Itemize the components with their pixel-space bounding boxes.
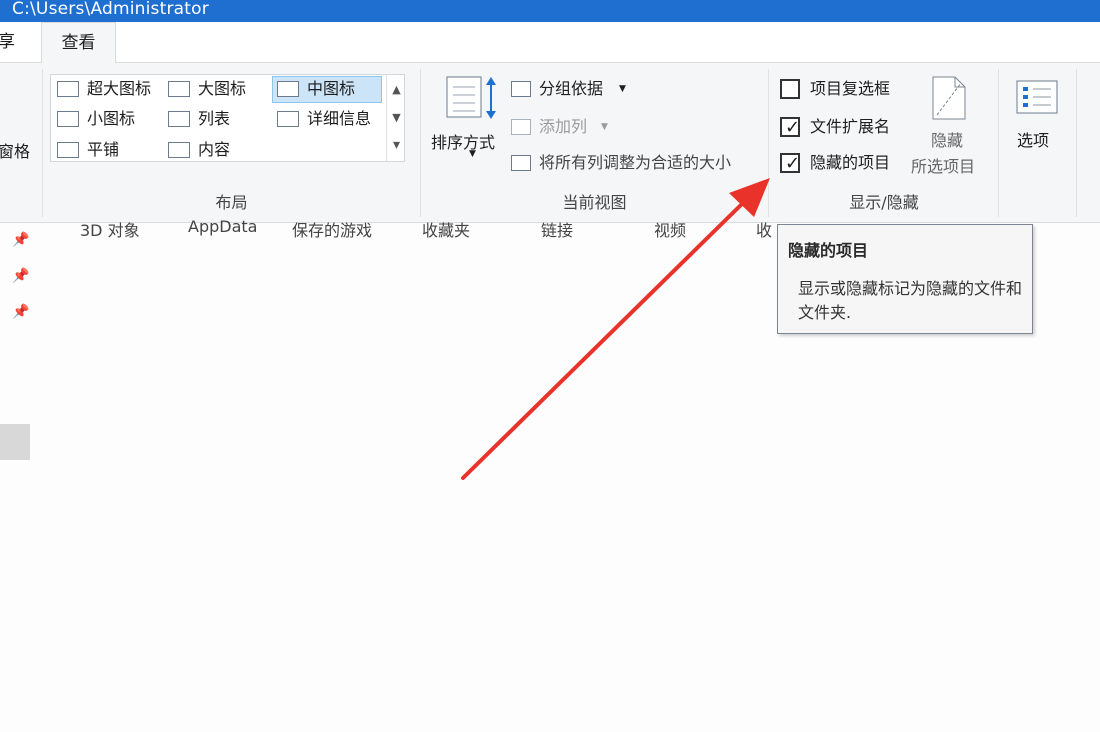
sort-by-icon xyxy=(446,76,496,119)
window-title: C:\Users\Administrator xyxy=(12,0,209,19)
hide-selected-label-line2: 所选项目 xyxy=(911,157,976,176)
ribbon-tab-bar: 享 查看 xyxy=(0,22,1100,64)
file-item[interactable]: 视频 xyxy=(654,217,686,241)
navigation-pane-button[interactable]: 窗格 xyxy=(0,139,30,165)
file-item[interactable]: AppData xyxy=(188,217,257,236)
hide-selected-label-line1: 隐藏 xyxy=(931,131,964,150)
layout-group: 超大图标 大图标 中图标 小图标 列表 详细信息 平铺 内容 ▲ ▼ ▾ 布局 xyxy=(43,63,420,221)
checkmark-icon: ✓ xyxy=(785,117,801,138)
file-item[interactable]: 3D 对象 xyxy=(80,217,140,241)
layout-item-label: 小图标 xyxy=(87,109,136,128)
group-divider xyxy=(1076,69,1077,217)
options-icon xyxy=(1016,80,1058,114)
panes-group: 窗格 xyxy=(0,63,42,221)
small-icons-icon xyxy=(57,111,79,127)
gallery-scrollbar[interactable]: ▲ ▼ ▾ xyxy=(386,75,406,161)
pin-icon: 📌 xyxy=(12,232,30,248)
size-columns-label: 将所有列调整为合适的大小 xyxy=(539,153,732,172)
group-label: 布局 xyxy=(215,193,248,212)
group-label: 当前视图 xyxy=(562,193,627,212)
add-column-label: 添加列 xyxy=(539,117,588,136)
layout-item-label: 列表 xyxy=(198,109,231,128)
details-icon xyxy=(277,111,299,127)
hidden-items-checkbox[interactable]: ✓ xyxy=(780,153,800,174)
nav-selection-block[interactable] xyxy=(0,424,30,460)
checkmark-icon: ✓ xyxy=(785,153,801,174)
layout-item-label: 内容 xyxy=(198,140,231,159)
scroll-down-icon[interactable]: ▼ xyxy=(387,111,406,124)
chevron-down-icon: ▼ xyxy=(619,84,626,94)
list-icon xyxy=(168,111,190,127)
file-item[interactable]: 收藏夹 xyxy=(422,217,470,241)
extra-large-icons-icon xyxy=(57,81,79,97)
hide-selected-items-button[interactable]: 隐藏 所选项目 xyxy=(909,73,989,183)
tiles-icon xyxy=(57,142,79,158)
sort-by-label: 排序方式 xyxy=(431,133,496,152)
options-label: 选项 xyxy=(1017,131,1050,150)
file-extensions-label: 文件扩展名 xyxy=(810,117,891,136)
chevron-down-icon: ▼ xyxy=(601,122,608,132)
medium-icons-icon xyxy=(277,81,299,97)
layout-item-label: 超大图标 xyxy=(87,79,152,98)
hidden-items-label: 隐藏的项目 xyxy=(810,153,891,172)
scroll-up-icon[interactable]: ▲ xyxy=(387,83,406,96)
tab-share[interactable]: 享 xyxy=(0,22,38,63)
options-button[interactable]: 选项 xyxy=(1007,77,1067,157)
layout-item-label: 大图标 xyxy=(198,79,247,98)
current-view-group: 排序方式 ▼ 分组依据 ▼ 添加列 ▼ 将所有列调整为合适的大小 当前视图 xyxy=(421,63,768,221)
tooltip-title: 隐藏的项目 xyxy=(788,241,869,260)
tooltip-description: 显示或隐藏标记为隐藏的文件和文件夹. xyxy=(798,279,1023,322)
layout-item-label: 详细信息 xyxy=(307,109,372,128)
hidden-items-tooltip: 隐藏的项目 显示或隐藏标记为隐藏的文件和文件夹. xyxy=(777,224,1033,334)
item-checkboxes-label: 项目复选框 xyxy=(810,79,891,98)
item-checkboxes-checkbox[interactable] xyxy=(780,79,800,99)
tab-view[interactable]: 查看 xyxy=(41,22,116,64)
hide-selected-icon xyxy=(932,76,966,120)
file-item[interactable]: 收 xyxy=(756,217,772,241)
layout-gallery: 超大图标 大图标 中图标 小图标 列表 详细信息 平铺 内容 ▲ ▼ ▾ xyxy=(50,74,405,162)
options-group: 选项 xyxy=(999,63,1075,221)
ribbon: 窗格 超大图标 大图标 中图标 小图标 列表 详细信息 平铺 内容 ▲ ▼ ▾ … xyxy=(0,63,1100,223)
chevron-down-icon: ▼ xyxy=(469,149,476,159)
layout-item-label: 中图标 xyxy=(307,79,356,98)
file-extensions-checkbox[interactable]: ✓ xyxy=(780,117,800,138)
pin-icon: 📌 xyxy=(12,304,30,320)
add-column-icon xyxy=(511,119,531,135)
group-label: 显示/隐藏 xyxy=(849,193,919,212)
sort-by-button[interactable]: 排序方式 ▼ xyxy=(429,73,509,173)
size-columns-icon xyxy=(511,155,531,171)
large-icons-icon xyxy=(168,81,190,97)
show-hide-group: 项目复选框 ✓ 文件扩展名 ✓ 隐藏的项目 隐藏 所选项目 显示/隐藏 xyxy=(769,63,999,221)
title-bar: C:\Users\Administrator xyxy=(0,0,1100,22)
file-item[interactable]: 保存的游戏 xyxy=(292,217,372,241)
pane-label: 窗格 xyxy=(0,142,31,161)
content-icon xyxy=(168,142,190,158)
file-item[interactable]: 链接 xyxy=(541,217,573,241)
gallery-more-icon[interactable]: ▾ xyxy=(387,137,406,153)
group-by-icon xyxy=(511,81,531,97)
pin-icon: 📌 xyxy=(12,268,30,284)
group-by-label: 分组依据 xyxy=(539,79,604,98)
layout-item-label: 平铺 xyxy=(87,140,120,159)
